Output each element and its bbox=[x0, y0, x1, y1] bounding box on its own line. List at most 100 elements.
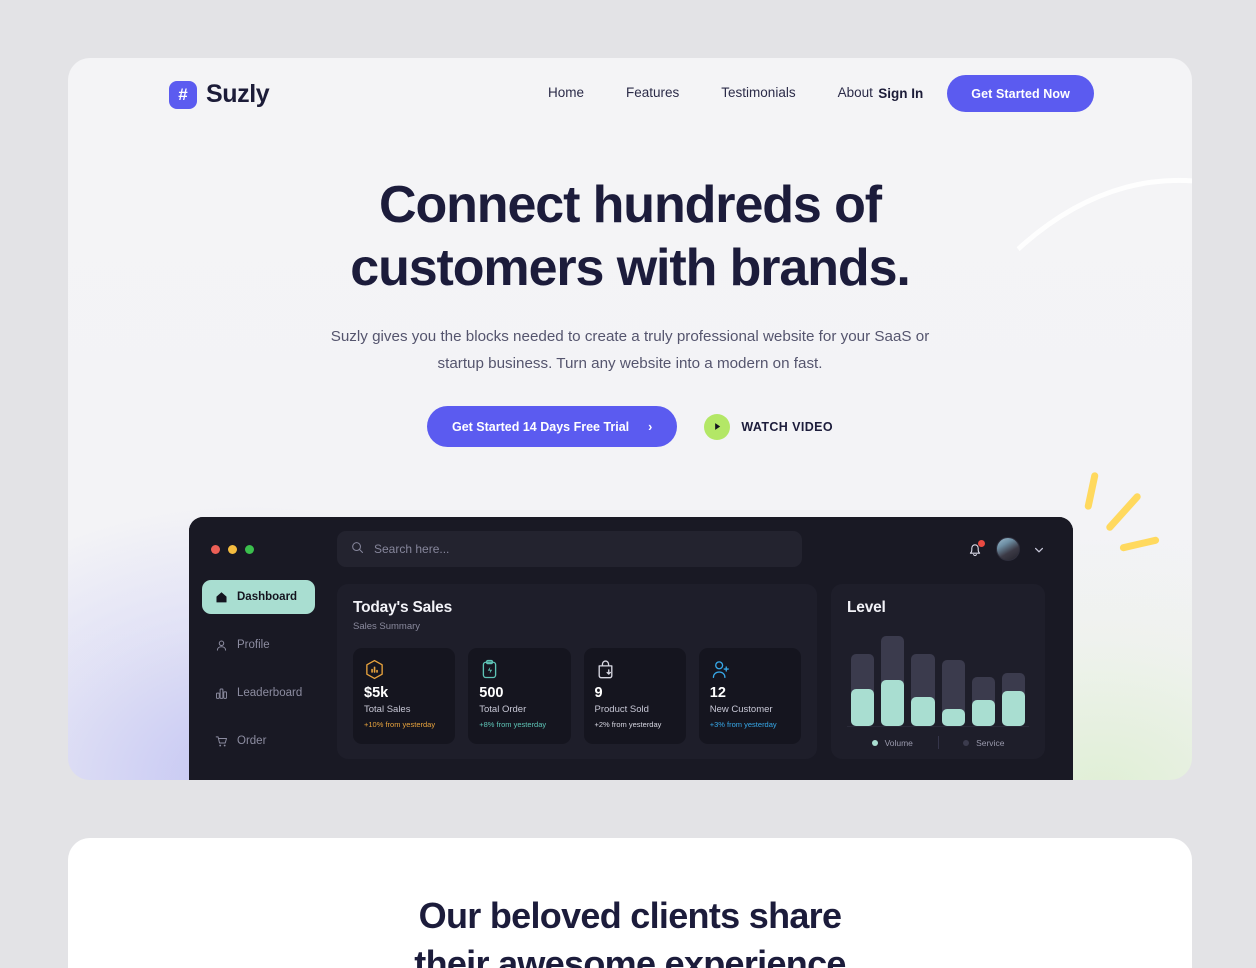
stat-delta: +3% from yesterday bbox=[709, 720, 777, 729]
chart-bar bbox=[971, 676, 995, 726]
get-started-now-button[interactable]: Get Started Now bbox=[947, 75, 1094, 112]
get-started-trial-label: Get Started 14 Days Free Trial bbox=[451, 419, 630, 434]
level-chart-legend: Volume Service bbox=[847, 736, 1029, 749]
sidebar-item-leaderboard[interactable]: Leaderboard bbox=[202, 676, 315, 710]
chart-bar bbox=[941, 660, 965, 726]
level-chart-panel: Level Volume Service bbox=[831, 584, 1045, 759]
todays-sales-title: Today's Sales bbox=[353, 599, 453, 616]
legend-label-service: Service bbox=[976, 737, 1005, 748]
chart-bar-fill bbox=[881, 680, 905, 726]
chart-bar bbox=[1001, 672, 1026, 726]
stat-card-new-customer[interactable]: 12 New Customer +3% from yesterday bbox=[698, 648, 801, 744]
stat-label: New Customer bbox=[709, 704, 773, 715]
search-icon bbox=[351, 541, 364, 557]
legend-label-volume: Volume bbox=[884, 737, 913, 748]
avatar[interactable] bbox=[996, 537, 1020, 561]
level-chart-title: Level bbox=[847, 599, 886, 616]
dashboard-topbar-actions bbox=[967, 537, 1059, 561]
stat-value: 12 bbox=[709, 685, 726, 701]
hero-title-line2: customers with brands. bbox=[350, 238, 911, 297]
sidebar-item-profile[interactable]: Profile bbox=[202, 628, 315, 662]
testimonials-title-line1: Our beloved clients share bbox=[418, 895, 842, 936]
nav-item-features[interactable]: Features bbox=[626, 85, 679, 100]
home-icon bbox=[214, 590, 228, 604]
notification-badge bbox=[978, 539, 985, 547]
watch-video-label: WATCH VIDEO bbox=[741, 419, 833, 434]
chart-bar-fill bbox=[851, 688, 875, 726]
legend-dot-icon bbox=[963, 739, 970, 746]
hero-title: Connect hundreds of customers with brand… bbox=[68, 174, 1192, 300]
landing-page: # Suzly Home Features Testimonials About… bbox=[0, 0, 1256, 968]
sidebar-label-order: Order bbox=[237, 735, 267, 747]
sidebar-label-leaderboard: Leaderboard bbox=[237, 687, 303, 699]
stat-value: 500 bbox=[479, 685, 504, 701]
search-placeholder: Search here... bbox=[374, 542, 450, 556]
hero-title-line1: Connect hundreds of bbox=[379, 176, 882, 234]
testimonials-title-line2: their awesome experience bbox=[414, 942, 846, 968]
hero-subtitle: Suzly gives you the blocks needed to cre… bbox=[330, 328, 930, 373]
hero-cta-group: Get Started 14 Days Free Trial › WATCH V… bbox=[68, 406, 1192, 447]
stat-cards: $5k Total Sales +10% from yesterday 500 … bbox=[353, 648, 801, 744]
nav-item-home[interactable]: Home bbox=[548, 85, 584, 100]
todays-sales-subtitle: Sales Summary bbox=[353, 621, 421, 632]
stat-label: Total Sales bbox=[364, 704, 411, 715]
clipboard-bolt-icon bbox=[479, 659, 500, 684]
brand-logo[interactable]: # Suzly bbox=[169, 80, 270, 109]
chevron-down-icon[interactable] bbox=[1033, 543, 1045, 555]
bar-chart-icon bbox=[214, 686, 228, 700]
legend-item-service: Service bbox=[939, 738, 1030, 748]
sidebar-item-order[interactable]: Order bbox=[202, 724, 315, 758]
stat-delta: +8% from yesterday bbox=[479, 720, 547, 729]
dashboard-topbar: Search here... bbox=[337, 531, 1059, 567]
stat-card-product-sold[interactable]: 9 Product Sold +2% from yesterday bbox=[583, 648, 686, 744]
chart-bar-fill bbox=[1001, 690, 1026, 726]
stat-delta: +2% from yesterday bbox=[594, 720, 662, 729]
window-close-dot[interactable] bbox=[211, 545, 220, 554]
watch-video-button[interactable]: WATCH VIDEO bbox=[704, 413, 833, 440]
dashboard-panels: Today's Sales Sales Summary $5k Total Sa… bbox=[337, 584, 1059, 759]
stat-label: Product Sold bbox=[594, 704, 649, 715]
nav-actions: Sign In Get Started Now bbox=[878, 75, 1094, 112]
testimonials-section: Our beloved clients share their awesome … bbox=[68, 838, 1192, 968]
sparkle-ray-icon bbox=[1084, 471, 1099, 511]
play-icon bbox=[704, 413, 731, 440]
sidebar-item-dashboard[interactable]: Dashboard bbox=[202, 580, 315, 614]
search-input[interactable]: Search here... bbox=[337, 531, 802, 567]
cart-icon bbox=[214, 734, 228, 748]
window-minimize-dot[interactable] bbox=[228, 545, 237, 554]
dashboard-main: Search here... Today's Sales Sales Summa… bbox=[327, 517, 1073, 780]
legend-item-volume: Volume bbox=[847, 738, 938, 748]
sparkle-ray-icon bbox=[1104, 491, 1143, 533]
sidebar-label-profile: Profile bbox=[237, 639, 270, 651]
user-icon bbox=[214, 638, 228, 652]
testimonials-title: Our beloved clients share their awesome … bbox=[68, 838, 1192, 968]
chart-bar bbox=[911, 653, 935, 726]
stat-value: $5k bbox=[364, 685, 389, 701]
level-bar-chart bbox=[847, 617, 1029, 727]
brand-name: Suzly bbox=[206, 80, 270, 108]
bag-download-icon bbox=[595, 660, 616, 684]
legend-dot-icon bbox=[871, 739, 878, 746]
get-started-trial-button[interactable]: Get Started 14 Days Free Trial › bbox=[426, 406, 678, 447]
chart-bar bbox=[881, 635, 905, 726]
chart-bar bbox=[851, 653, 875, 726]
window-maximize-dot[interactable] bbox=[245, 545, 254, 554]
stat-label: Total Order bbox=[479, 704, 527, 715]
stat-value: 9 bbox=[594, 685, 603, 701]
chevron-right-icon: › bbox=[648, 419, 653, 434]
stat-card-total-order[interactable]: 500 Total Order +8% from yesterday bbox=[468, 648, 571, 744]
dashboard-preview: Dashboard Profile Leaderboard Order Sear… bbox=[189, 517, 1073, 780]
sign-in-link[interactable]: Sign In bbox=[878, 86, 923, 101]
user-add-icon bbox=[710, 661, 731, 684]
hexagon-chart-icon bbox=[364, 659, 385, 684]
nav-item-testimonials[interactable]: Testimonials bbox=[721, 85, 795, 100]
nav-links: Home Features Testimonials About bbox=[548, 85, 873, 100]
nav-item-about[interactable]: About bbox=[838, 85, 873, 100]
stat-delta: +10% from yesterday bbox=[364, 720, 436, 729]
bell-icon[interactable] bbox=[967, 539, 985, 558]
hash-icon: # bbox=[169, 80, 197, 109]
chart-bar-fill bbox=[941, 708, 965, 726]
sidebar-label-dashboard: Dashboard bbox=[237, 591, 298, 603]
stat-card-total-sales[interactable]: $5k Total Sales +10% from yesterday bbox=[353, 648, 456, 744]
window-controls bbox=[211, 545, 254, 554]
